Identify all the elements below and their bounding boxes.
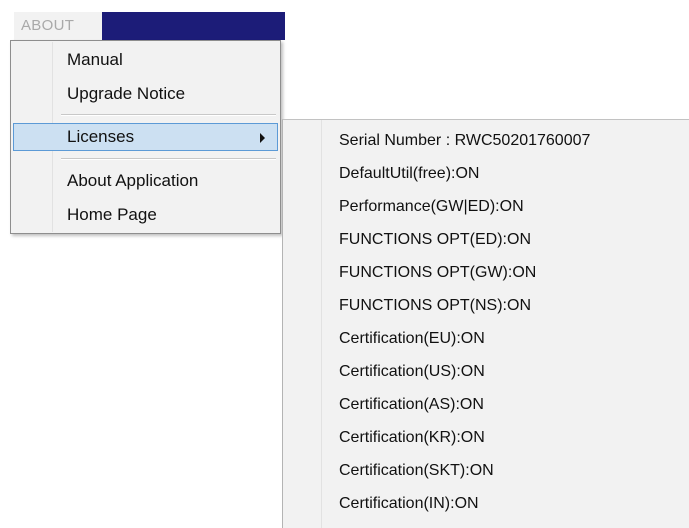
menu-item-label: Home Page xyxy=(67,205,157,224)
license-item[interactable]: Certification(US):ON xyxy=(339,356,485,388)
license-item[interactable]: FUNCTIONS OPT(NS):ON xyxy=(339,290,531,322)
license-item[interactable]: Certification(AS):ON xyxy=(339,389,484,421)
license-item[interactable]: Certification(KR):ON xyxy=(339,422,485,454)
menu-item-home-page[interactable]: Home Page xyxy=(13,201,278,229)
about-dropdown-menu: Manual Upgrade Notice Licenses About App… xyxy=(10,40,281,234)
license-item[interactable]: Certification(IN):ON xyxy=(339,488,479,520)
menu-item-manual[interactable]: Manual xyxy=(13,46,278,74)
menu-item-upgrade-notice[interactable]: Upgrade Notice xyxy=(13,80,278,108)
license-item[interactable]: FUNCTIONS OPT(GW):ON xyxy=(339,257,536,289)
menu-item-about-application[interactable]: About Application xyxy=(13,167,278,195)
license-item[interactable]: FUNCTIONS OPT(ED):ON xyxy=(339,224,531,256)
screen: ABOUT Manual Upgrade Notice Licenses Abo… xyxy=(0,0,689,528)
about-menu-tab[interactable]: ABOUT xyxy=(14,12,102,40)
submenu-arrow-icon xyxy=(260,133,265,143)
menu-item-label: Upgrade Notice xyxy=(67,84,186,103)
license-item[interactable]: DefaultUtil(free):ON xyxy=(339,158,479,190)
license-item[interactable]: Performance(GW|ED):ON xyxy=(339,191,524,223)
menu-item-licenses[interactable]: Licenses xyxy=(13,123,278,151)
license-item[interactable]: Certification(EU):ON xyxy=(339,323,485,355)
licenses-submenu: Serial Number : RWC50201760007 DefaultUt… xyxy=(282,119,689,528)
menu-separator xyxy=(61,114,276,116)
menu-separator xyxy=(61,158,276,160)
license-serial-number[interactable]: Serial Number : RWC50201760007 xyxy=(339,125,590,157)
menu-item-label: Licenses xyxy=(67,127,135,146)
menu-item-label: About Application xyxy=(67,171,199,190)
submenu-icon-gutter xyxy=(283,120,322,528)
license-item[interactable]: Certification(SKT):ON xyxy=(339,455,494,487)
menu-item-label: Manual xyxy=(67,50,123,69)
menu-bar: ABOUT xyxy=(14,12,285,40)
